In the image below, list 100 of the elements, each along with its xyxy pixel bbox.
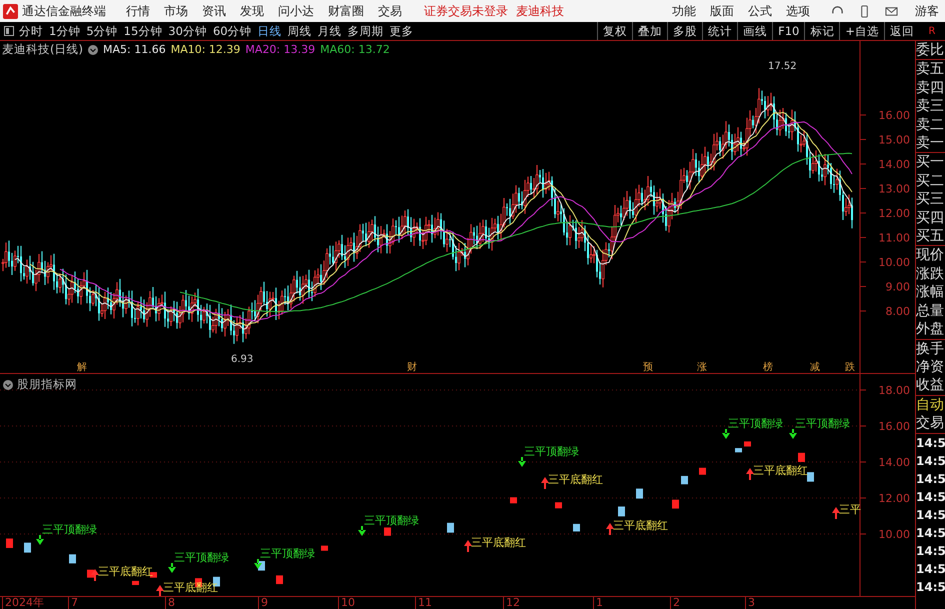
- trade-time: 14:5: [916, 434, 945, 452]
- up-arrow-icon: [541, 477, 549, 489]
- signal-label: 三平顶翻绿: [524, 445, 579, 458]
- quote-label: 买一: [916, 153, 945, 172]
- trade-time: 14:5: [916, 578, 945, 596]
- period-tab[interactable]: 30分钟: [168, 24, 207, 38]
- period-tab[interactable]: 分时: [19, 24, 43, 38]
- menu-item[interactable]: 公式: [748, 2, 772, 20]
- menu-item[interactable]: 发现: [240, 2, 264, 20]
- period-tab[interactable]: 15分钟: [124, 24, 162, 38]
- period-tab[interactable]: 1分钟: [49, 24, 80, 38]
- trade-time: 14:5: [916, 470, 945, 488]
- axis-label: 15.00: [878, 134, 910, 146]
- signal-label: 三平顶翻绿: [260, 547, 315, 560]
- event-marker[interactable]: 财: [407, 362, 417, 373]
- up-arrow-icon: [156, 585, 164, 596]
- quote-label: 委比: [916, 41, 945, 60]
- stock-name: 麦迪科技: [516, 2, 564, 20]
- up-arrow-icon: [91, 569, 99, 581]
- menu-item[interactable]: 问小达: [278, 2, 314, 20]
- signal-label: 三平底翻红: [548, 473, 603, 486]
- quote-label: 涨幅: [916, 283, 945, 302]
- event-marker[interactable]: 减: [810, 362, 820, 373]
- period-tab[interactable]: 周线: [288, 24, 312, 38]
- axis-label: 9: [258, 597, 268, 609]
- quote-label: 卖二: [916, 116, 945, 134]
- axis-label: 12.00: [878, 207, 910, 220]
- r-label: R: [928, 26, 936, 36]
- ma-value: MA10: 12.39: [170, 43, 240, 56]
- quote-label: 卖一: [916, 134, 945, 152]
- menu-item[interactable]: 选项: [786, 2, 810, 20]
- menu-item[interactable]: 资讯: [202, 2, 226, 20]
- logo-icon: [3, 4, 18, 18]
- trade-label[interactable]: 交易: [916, 414, 945, 433]
- panel-toggle-icon[interactable]: [4, 26, 14, 36]
- period-tab[interactable]: 60分钟: [212, 24, 252, 38]
- menu-item[interactable]: 行情: [126, 2, 150, 20]
- axis-label: 14.00: [878, 158, 910, 171]
- up-arrow-icon: [464, 540, 472, 552]
- axis-label: 18.00: [878, 384, 910, 397]
- period-tab[interactable]: 多周期: [348, 24, 384, 38]
- down-arrow-icon: [722, 429, 730, 439]
- signal-label: 三平底翻红: [471, 536, 526, 549]
- menu-item[interactable]: 版面: [710, 2, 734, 20]
- dropdown-icon[interactable]: [3, 380, 13, 390]
- period-tab[interactable]: 5分钟: [86, 24, 118, 38]
- event-marker[interactable]: 预: [643, 362, 653, 373]
- event-marker[interactable]: 涨: [697, 362, 707, 373]
- menu-item[interactable]: 财富圈: [328, 2, 364, 20]
- trade-time: 14:5: [916, 524, 945, 542]
- event-marker[interactable]: 解: [77, 362, 87, 373]
- down-arrow-icon: [518, 457, 526, 467]
- quote-label: 涨跌: [916, 264, 945, 284]
- menu-item[interactable]: 功能: [672, 2, 696, 20]
- quote-label: 卖四: [916, 78, 945, 98]
- quote-label: 买三: [916, 190, 945, 209]
- axis-label: 8: [165, 597, 175, 609]
- login-notice[interactable]: 证券交易未登录: [424, 2, 508, 20]
- axis-label: 2024年: [2, 597, 44, 609]
- axis-label: 7: [68, 597, 78, 609]
- down-arrow-icon: [254, 559, 262, 569]
- high-price-label: 17.52: [768, 61, 797, 72]
- period-tab[interactable]: 更多: [390, 24, 414, 38]
- quote-label: 换手: [916, 340, 945, 358]
- dropdown-icon[interactable]: [88, 44, 98, 54]
- event-marker[interactable]: 榜: [763, 362, 773, 373]
- ma-value: MA20: 13.39: [245, 43, 316, 56]
- chart-title: 麦迪科技(日线): [2, 42, 83, 57]
- signal-label: 三平底翻红: [98, 565, 153, 578]
- mail-icon[interactable]: [885, 4, 898, 18]
- trade-time: 14:5: [916, 542, 945, 560]
- period-tab[interactable]: 日线: [258, 24, 282, 38]
- quote-label: 卖三: [916, 97, 945, 116]
- trade-time: 14:5: [916, 560, 945, 578]
- axis-label: 2: [670, 597, 680, 609]
- axis-label: 14.00: [878, 456, 910, 469]
- period-tab[interactable]: 月线: [318, 24, 342, 38]
- quote-label: 收益: [916, 376, 945, 395]
- user-label[interactable]: 游客: [915, 2, 939, 20]
- quote-label: 卖五: [916, 60, 945, 79]
- menu-item[interactable]: 市场: [164, 2, 188, 20]
- up-arrow-icon: [746, 468, 754, 480]
- signal-label: 三平底翻红: [613, 519, 668, 532]
- axis-label: 8.00: [886, 305, 910, 318]
- ma-value: MA5: 11.66: [102, 43, 166, 56]
- event-marker[interactable]: 跌: [845, 362, 855, 373]
- signal-label: 三平顶翻绿: [174, 551, 229, 564]
- trade-time: 14:5: [916, 488, 945, 506]
- signal-label: 三平底翻红: [163, 581, 218, 594]
- quote-label: 总量: [916, 302, 945, 320]
- signal-label: 三平顶翻绿: [795, 417, 850, 430]
- axis-label: 9.00: [886, 280, 910, 294]
- indicator-title: 股朋指标网: [17, 377, 77, 392]
- signal-label: 三平底翻红: [753, 464, 808, 477]
- signal-label: 三平顶翻绿: [364, 514, 419, 527]
- down-arrow-icon: [168, 563, 176, 573]
- low-price-label: 6.93: [231, 354, 254, 365]
- menu-item[interactable]: 交易: [378, 2, 402, 20]
- auto-trade-label[interactable]: 自动: [916, 396, 945, 414]
- axis-label: 10.00: [878, 256, 910, 269]
